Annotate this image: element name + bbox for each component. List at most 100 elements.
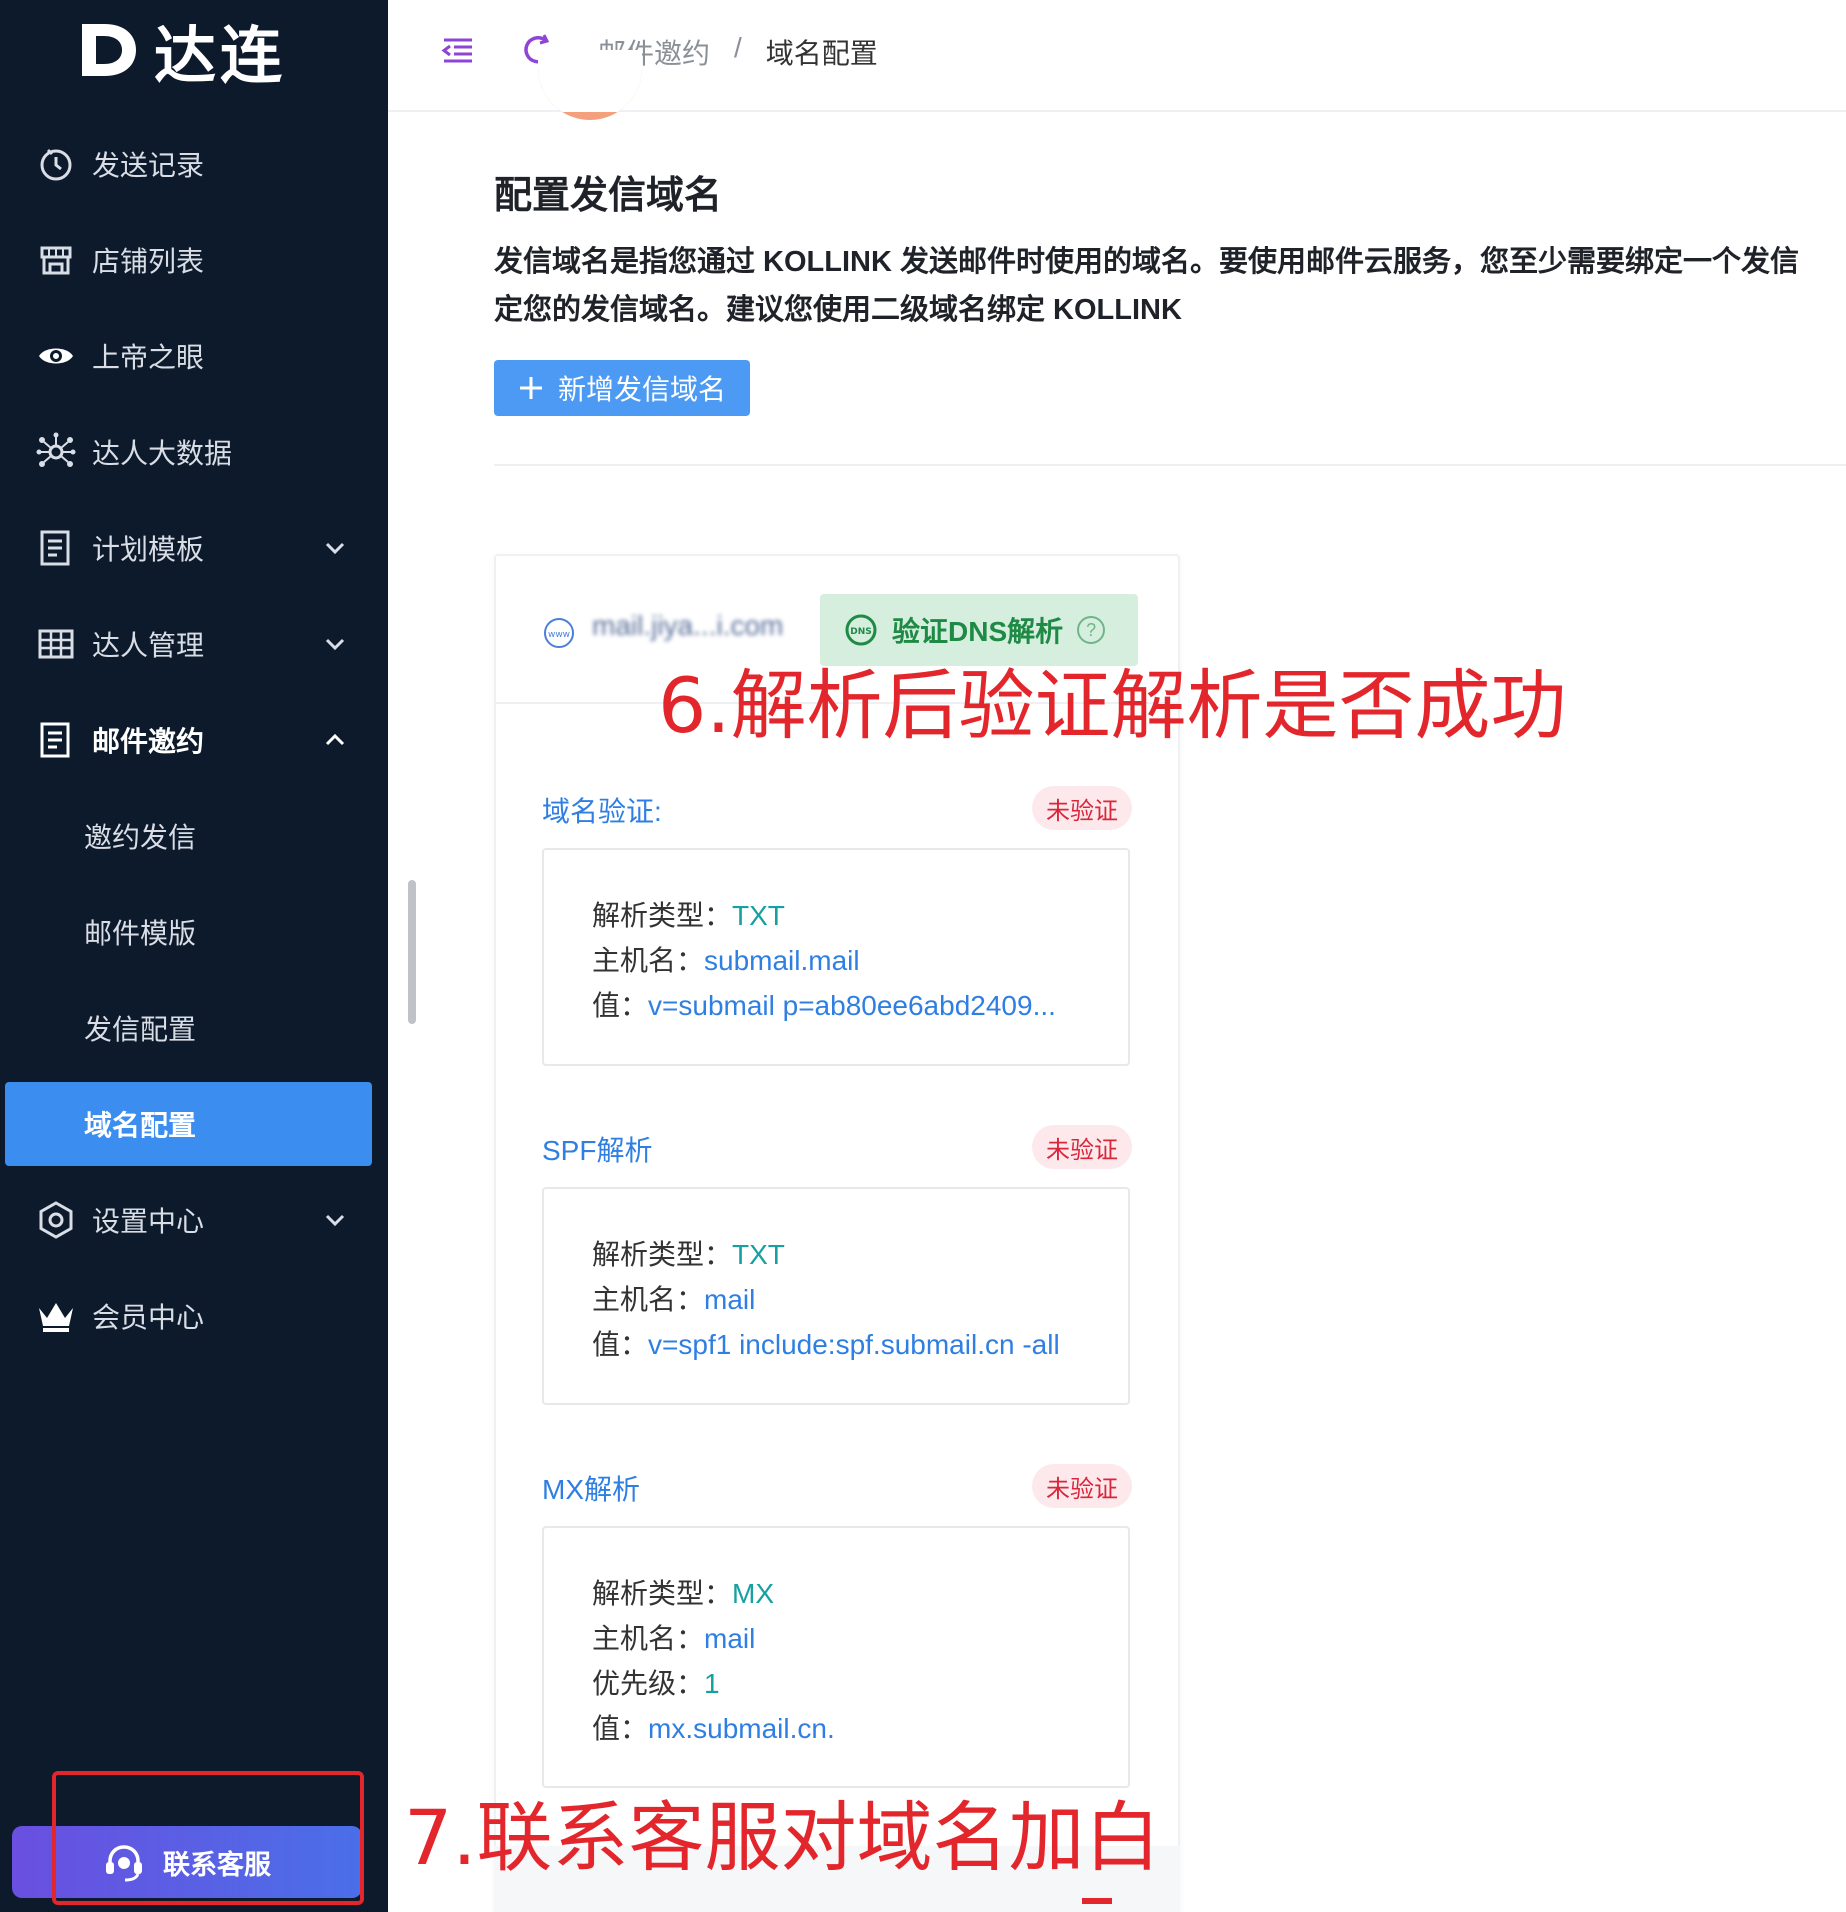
sidebar-item-domain-config[interactable]: 域名配置	[5, 1082, 372, 1166]
record-key: 值：	[592, 990, 649, 1021]
sidebar-item-label: 达人管理	[92, 630, 205, 661]
record-line: 解析类型：TXT	[592, 1233, 785, 1273]
record-line: 优先级：1	[592, 1662, 720, 1702]
section-divider	[494, 464, 1846, 466]
record-box: 解析类型：TXT 主机名：mail 值：v=spf1 include:spf.s…	[542, 1187, 1130, 1405]
hexagon-icon	[36, 1200, 76, 1240]
sidebar-item-plan-templates[interactable]: 计划模板	[0, 513, 388, 583]
record-title: SPF解析	[542, 1135, 653, 1166]
document-icon	[36, 720, 76, 760]
record-value: submail.mail	[704, 945, 860, 976]
record-value: mail	[704, 1623, 756, 1654]
chevron-down-icon	[325, 1214, 345, 1227]
document-icon	[36, 528, 76, 568]
breadcrumb-separator: /	[734, 32, 742, 63]
record-title: MX解析	[542, 1474, 641, 1505]
sidebar-item-label: 设置中心	[92, 1206, 205, 1237]
record-key: 主机名：	[592, 945, 705, 976]
record-value: v=submail p=ab80ee6abd2409...	[648, 990, 1056, 1021]
record-value: mail	[704, 1284, 756, 1315]
record-key: 值：	[592, 1329, 649, 1360]
record-line: 主机名：mail	[592, 1278, 755, 1318]
record-line: 值：v=spf1 include:spf.submail.cn -all	[592, 1323, 1060, 1363]
record-value: MX	[732, 1578, 775, 1609]
record-key: 主机名：	[592, 1623, 705, 1654]
record-key: 解析类型：	[592, 1578, 733, 1609]
domain-name: mail.jiya...i.com	[592, 610, 784, 641]
add-domain-label: 新增发信域名	[557, 374, 726, 405]
annotation-highlight-box	[52, 1771, 364, 1905]
logo-text: 达连	[154, 19, 287, 92]
record-key: 值：	[592, 1713, 649, 1744]
svg-text:DNS: DNS	[850, 627, 872, 637]
record-line: 值：mx.submail.cn.	[592, 1707, 835, 1747]
sidebar-item-membership[interactable]: 会员中心	[0, 1281, 388, 1351]
description-line: 定您的发信域名。建议您使用二级域名绑定 KOLLINK	[494, 294, 1182, 326]
page-description: 发信域名是指您通过 KOLLINK 发送邮件时使用的域名。要使用邮件云服务，您至…	[494, 238, 1846, 334]
record-key: 解析类型：	[592, 1239, 733, 1270]
menu-collapse-icon[interactable]	[440, 32, 476, 68]
footer-mark	[1082, 1898, 1112, 1904]
sidebar-item-email-templates[interactable]: 邮件模版	[0, 897, 388, 967]
sidebar-item-label: 会员中心	[92, 1302, 205, 1333]
status-badge: 未验证	[1032, 1464, 1132, 1508]
sidebar-item-label: 达人大数据	[92, 438, 233, 469]
annotation-step-7: 7.联系客服对域名加白	[404, 1793, 1161, 1882]
record-line: 主机名：mail	[592, 1617, 755, 1657]
sidebar-item-label: 域名配置	[84, 1110, 197, 1141]
sidebar-item-label: 计划模板	[92, 534, 205, 565]
record-key: 优先级：	[592, 1668, 705, 1699]
logo-d-icon	[82, 24, 136, 76]
scrollbar-thumb[interactable]	[408, 880, 416, 1024]
record-line: 值：v=submail p=ab80ee6abd2409...	[592, 984, 1056, 1024]
help-icon[interactable]: ?	[1077, 616, 1106, 644]
page-title: 配置发信域名	[494, 175, 723, 217]
sidebar-item-invitation-send[interactable]: 邀约发信	[0, 801, 388, 871]
breadcrumb-current: 域名配置	[765, 38, 878, 69]
decorative-illustration	[538, 50, 642, 120]
record-line: 解析类型：TXT	[592, 894, 785, 934]
record-key: 主机名：	[592, 1284, 705, 1315]
record-value: 1	[704, 1668, 720, 1699]
sidebar-item-send-config[interactable]: 发信配置	[0, 993, 388, 1063]
sidebar-item-influencer-management[interactable]: 达人管理	[0, 609, 388, 679]
status-badge: 未验证	[1032, 1125, 1132, 1169]
record-value: v=spf1 include:spf.submail.cn -all	[648, 1329, 1060, 1360]
record-title: 域名验证:	[542, 796, 662, 827]
app-logo[interactable]: 达连	[78, 14, 286, 92]
record-box: 解析类型：TXT 主机名：submail.mail 值：v=submail p=…	[542, 848, 1130, 1066]
sidebar-item-label: 邀约发信	[84, 822, 197, 853]
sidebar-item-label: 上帝之眼	[92, 342, 205, 373]
record-value: TXT	[732, 1239, 785, 1270]
eye-icon	[36, 336, 76, 376]
sidebar-item-label: 店铺列表	[92, 246, 205, 277]
annotation-step-6: 6.解析后验证解析是否成功	[658, 661, 1567, 750]
sidebar-item-influencer-data[interactable]: 达人大数据	[0, 417, 388, 487]
sidebar-item-settings[interactable]: 设置中心	[0, 1185, 388, 1255]
sidebar-item-email-invitation[interactable]: 邮件邀约	[0, 705, 388, 775]
chevron-up-icon	[325, 733, 345, 746]
record-value: TXT	[732, 900, 785, 931]
record-key: 解析类型：	[592, 900, 733, 931]
add-domain-button[interactable]: 新增发信域名	[494, 360, 750, 416]
chevron-down-icon	[325, 542, 345, 555]
grid-icon	[36, 624, 76, 664]
sidebar-item-label: 邮件邀约	[92, 726, 205, 757]
record-box: 解析类型：MX 主机名：mail 优先级：1 值：mx.submail.cn.	[542, 1526, 1130, 1788]
sidebar-item-send-records[interactable]: 发送记录	[0, 129, 388, 199]
sidebar-item-label: 发信配置	[84, 1014, 197, 1045]
svg-text:www: www	[548, 630, 570, 640]
sidebar-item-gods-eye[interactable]: 上帝之眼	[0, 321, 388, 391]
crown-icon	[36, 1296, 76, 1336]
plus-icon	[519, 377, 542, 399]
record-value: mx.submail.cn.	[648, 1713, 835, 1744]
sidebar: 达连 发送记录 店铺列表 上帝之眼 达人大数据 计划模板 达人管理 邮件邀约 邀…	[0, 0, 388, 1912]
dns-icon: DNS	[845, 614, 877, 646]
sidebar-item-label: 发送记录	[92, 150, 205, 181]
www-globe-icon: www	[544, 618, 574, 648]
sidebar-item-label: 邮件模版	[84, 918, 197, 949]
status-badge: 未验证	[1032, 786, 1132, 830]
clock-icon	[36, 144, 76, 184]
network-icon	[36, 432, 76, 472]
sidebar-item-store-list[interactable]: 店铺列表	[0, 225, 388, 295]
